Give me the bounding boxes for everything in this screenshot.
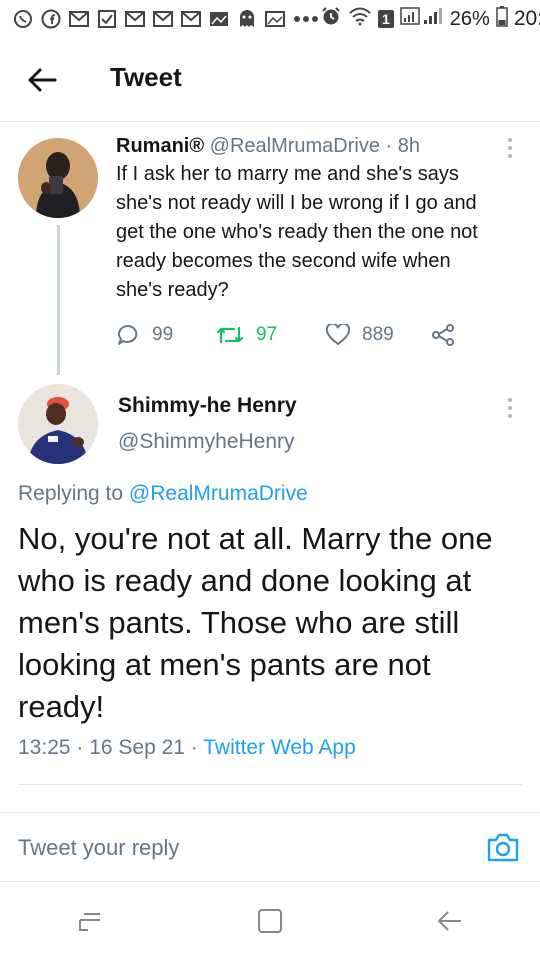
page-title: Tweet <box>110 62 182 92</box>
original-tweet-text: If I ask her to marry me and she's says … <box>116 160 506 305</box>
reply-icon <box>118 325 138 345</box>
alarm-icon <box>320 5 342 33</box>
reply-composer: Tweet your reply <box>0 812 540 882</box>
battery-icon <box>496 5 508 33</box>
back-nav-icon <box>437 911 461 931</box>
notification-icons <box>12 8 320 30</box>
home-button[interactable] <box>250 901 290 941</box>
gmail-icon <box>152 8 174 30</box>
avatar-shimmy[interactable] <box>18 384 98 464</box>
retweet-count: 97 <box>256 324 278 345</box>
system-navigation-bar <box>0 882 540 960</box>
divider <box>18 784 522 785</box>
text-line: ready becomes the second wife when <box>116 250 451 272</box>
like-button[interactable]: 889 <box>326 324 431 346</box>
recents-icon <box>79 913 100 931</box>
reply-tweet-text: No, you're not at all. Marry the one who… <box>18 518 528 728</box>
image-icon <box>264 8 286 30</box>
text-line: men's pants. Those who are still <box>18 605 460 640</box>
heart-icon <box>326 324 350 346</box>
replying-to: Replying to @RealMrumaDrive <box>18 482 308 506</box>
back-button[interactable] <box>22 60 62 100</box>
original-tweet[interactable]: Rumani® @RealMrumaDrive · 8h If I ask he… <box>116 132 506 305</box>
camera-button[interactable] <box>486 831 520 865</box>
camera-icon <box>487 833 519 862</box>
tweet-timestamp: 13:25 · 16 Sep 21 · Twitter Web App <box>18 736 356 760</box>
facebook-icon <box>40 8 62 30</box>
gmail-icon <box>180 8 202 30</box>
reply-button[interactable]: 99 <box>116 323 216 347</box>
text-line: If I ask her to marry me and she's says <box>116 163 459 185</box>
photo-icon <box>208 8 230 30</box>
clock: 20:53 <box>513 7 540 30</box>
game-icon <box>236 8 258 30</box>
status-bar: 1 26% 20:53 <box>0 0 540 38</box>
share-button[interactable] <box>431 323 455 347</box>
text-line: ready! <box>18 689 105 724</box>
reply-input[interactable]: Tweet your reply <box>18 835 179 861</box>
like-count: 889 <box>362 324 394 345</box>
notification-badge: 1 <box>378 10 394 28</box>
text-line: she's ready? <box>116 279 229 301</box>
tweet-header: Tweet <box>0 38 540 122</box>
author-handle[interactable]: @RealMrumaDrive <box>210 135 380 157</box>
tweet-age: · 8h <box>385 135 421 157</box>
timestamp-text: 13:25 · 16 Sep 21 · <box>18 736 204 759</box>
system-status: 1 26% 20:53 <box>320 5 540 33</box>
tweet-actions: 99 97 889 <box>116 318 496 352</box>
text-line: get the one who's ready then the one not <box>116 221 478 243</box>
share-icon <box>432 324 454 346</box>
gmail-icon <box>124 8 146 30</box>
check-icon <box>96 8 118 30</box>
reply-count: 99 <box>152 324 174 345</box>
battery-percent: 26% <box>449 7 490 30</box>
arrow-left-icon <box>28 68 57 92</box>
recents-button[interactable] <box>70 901 110 941</box>
text-line: looking at men's pants are not <box>18 647 431 682</box>
home-icon <box>258 909 282 933</box>
replying-to-link[interactable]: @RealMrumaDrive <box>129 482 308 505</box>
author-name[interactable]: Rumani® <box>116 135 204 157</box>
wifi-icon <box>348 6 372 32</box>
thread-line <box>57 225 60 375</box>
retweet-icon <box>216 326 244 344</box>
back-nav-button[interactable] <box>430 901 470 941</box>
signal-icon <box>400 6 444 32</box>
source-link[interactable]: Twitter Web App <box>203 736 356 759</box>
replying-prefix: Replying to <box>18 482 124 505</box>
reply-author-handle[interactable]: @ShimmyheHenry <box>118 430 295 454</box>
avatar-rumani[interactable] <box>18 138 98 218</box>
text-line: No, you're not at all. Marry the one <box>18 521 493 556</box>
retweet-button[interactable]: 97 <box>216 324 326 346</box>
more-options-icon[interactable] <box>500 394 520 422</box>
text-line: she's not ready will I be wrong if I go … <box>116 192 477 214</box>
original-tweet-header: Rumani® @RealMrumaDrive · 8h <box>116 132 506 160</box>
more-dots-icon <box>292 8 320 30</box>
text-line: who is ready and done looking at <box>18 563 472 598</box>
whatsapp-icon <box>12 8 34 30</box>
more-options-icon[interactable] <box>500 134 520 162</box>
reply-author-name[interactable]: Shimmy-he Henry <box>118 394 297 418</box>
gmail-icon <box>68 8 90 30</box>
